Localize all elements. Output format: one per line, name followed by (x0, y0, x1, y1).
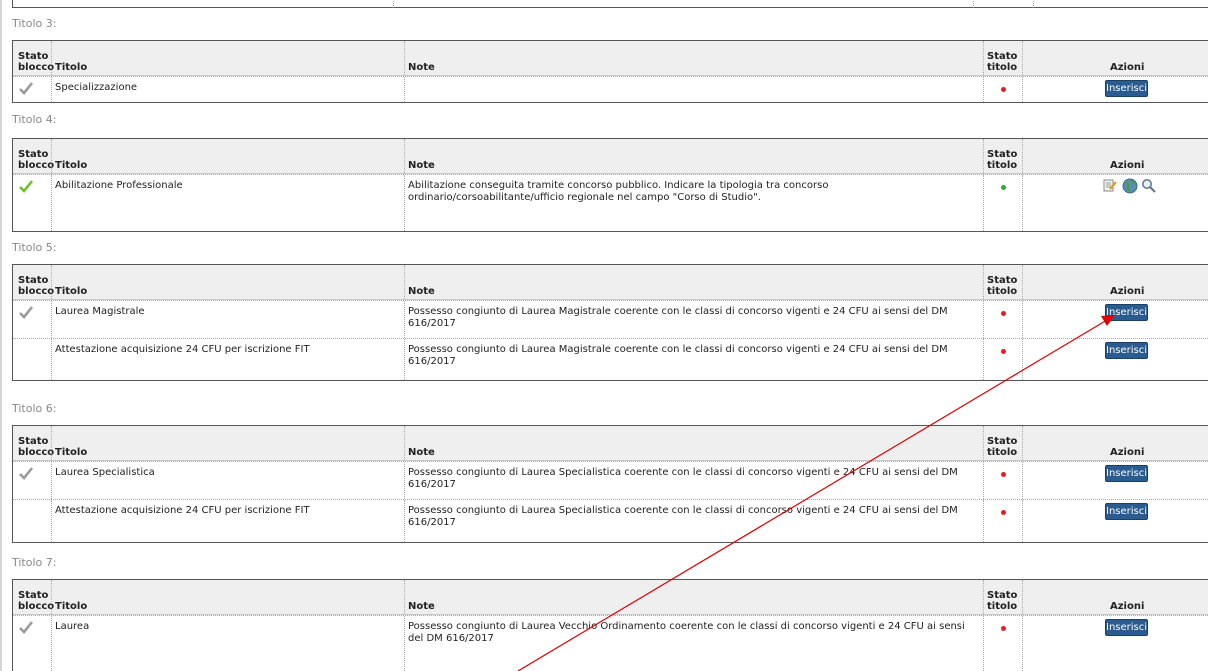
row-note: Possesso congiunto di Laurea Specialisti… (408, 505, 958, 528)
header-titolo: Titolo (55, 601, 88, 612)
row-note: Possesso congiunto di Laurea Magistrale … (408, 306, 948, 329)
header-note: Note (408, 160, 435, 171)
check-grey-icon (19, 82, 34, 95)
row-titolo: Abilitazione Professionale (55, 180, 183, 191)
section-title: Titolo 4: (12, 113, 57, 126)
search-icon[interactable] (1141, 178, 1156, 196)
row-note: Abilitazione conseguita tramite concorso… (408, 180, 829, 203)
check-grey-icon (19, 621, 34, 634)
section-title: Titolo 5: (12, 241, 57, 254)
row-titolo: Specializzazione (55, 82, 138, 93)
header-azioni: Azioni (1110, 160, 1145, 171)
titles-table: Stato blocco Titolo Note Stato titolo Azio… (12, 425, 1208, 543)
header-note: Note (408, 447, 435, 458)
header-note: Note (408, 286, 435, 297)
inserisci-button[interactable]: Inserisci (1105, 304, 1148, 321)
row-titolo: Attestazione acquisizione 24 CFU per isc… (55, 344, 310, 355)
section-title: Titolo 6: (12, 402, 57, 415)
row-note: Possesso congiunto di Laurea Magistrale … (408, 344, 948, 367)
row-titolo: Laurea Specialistica (55, 467, 155, 478)
header-note: Note (408, 601, 435, 612)
section-title: Titolo 3: (12, 17, 57, 30)
titles-table: Stato blocco Titolo Note Stato titolo Azio… (12, 264, 1208, 381)
inserisci-button[interactable]: Inserisci (1105, 619, 1148, 636)
status-dot-red (1001, 311, 1006, 316)
status-dot-red (1001, 626, 1006, 631)
header-note: Note (408, 62, 435, 73)
table-header: Stato blocco Titolo Note Stato titolo Azio… (13, 265, 1208, 300)
table-row: Abilitazione Professionale Abilitazione … (13, 174, 1208, 231)
left-border (0, 0, 2, 671)
status-dot-red (1001, 87, 1006, 92)
row-titolo: Attestazione acquisizione 24 CFU per isc… (55, 505, 310, 516)
table-row: Attestazione acquisizione 24 CFU per isc… (13, 338, 1208, 380)
edit-icon[interactable] (1103, 178, 1117, 195)
row-note: Possesso congiunto di Laurea Specialisti… (408, 467, 958, 490)
header-azioni: Azioni (1110, 601, 1145, 612)
row-titolo: Laurea (55, 621, 90, 632)
table-header: Stato blocco Titolo Note Stato titolo Azio… (13, 426, 1208, 461)
check-grey-icon (19, 467, 34, 480)
table-header: Stato blocco Titolo Note Stato titolo Azio… (13, 580, 1208, 615)
status-dot-red (1001, 349, 1006, 354)
status-dot-green (1001, 185, 1006, 190)
inserisci-button[interactable]: Inserisci (1105, 465, 1148, 482)
previous-table-bottom (12, 0, 1208, 8)
table-row: Laurea Possesso congiunto di Laurea Vecc… (13, 615, 1208, 671)
header-titolo: Titolo (55, 160, 88, 171)
header-titolo: Titolo (55, 286, 88, 297)
table-row: Attestazione acquisizione 24 CFU per isc… (13, 499, 1208, 542)
globe-icon[interactable] (1122, 178, 1138, 197)
header-titolo: Titolo (55, 62, 88, 73)
check-grey-icon (19, 306, 34, 319)
status-dot-red (1001, 510, 1006, 515)
table-header: Stato blocco Titolo Note Stato titolo Azio… (13, 41, 1208, 76)
section-title: Titolo 7: (12, 556, 57, 569)
header-azioni: Azioni (1110, 62, 1145, 73)
titles-table: Stato blocco Titolo Note Stato titolo Azio… (12, 40, 1208, 103)
check-green-icon (19, 180, 34, 193)
header-titolo: Titolo (55, 447, 88, 458)
titles-table: Stato blocco Titolo Note Stato titolo Azio… (12, 138, 1208, 232)
table-row: Laurea Magistrale Possesso congiunto di … (13, 300, 1208, 338)
inserisci-button[interactable]: Inserisci (1105, 342, 1148, 359)
status-dot-red (1001, 472, 1006, 477)
inserisci-button[interactable]: Inserisci (1105, 80, 1148, 97)
header-azioni: Azioni (1110, 286, 1145, 297)
inserisci-button[interactable]: Inserisci (1105, 503, 1148, 520)
row-titolo: Laurea Magistrale (55, 306, 145, 317)
header-azioni: Azioni (1110, 447, 1145, 458)
table-row: Specializzazione Inserisci (13, 76, 1208, 102)
table-header: Stato blocco Titolo Note Stato titolo Azio… (13, 139, 1208, 174)
row-note: Possesso congiunto di Laurea Vecchio Ord… (408, 621, 965, 644)
table-row: Laurea Specialistica Possesso congiunto … (13, 461, 1208, 499)
titles-table: Stato blocco Titolo Note Stato titolo Azio… (12, 579, 1208, 671)
